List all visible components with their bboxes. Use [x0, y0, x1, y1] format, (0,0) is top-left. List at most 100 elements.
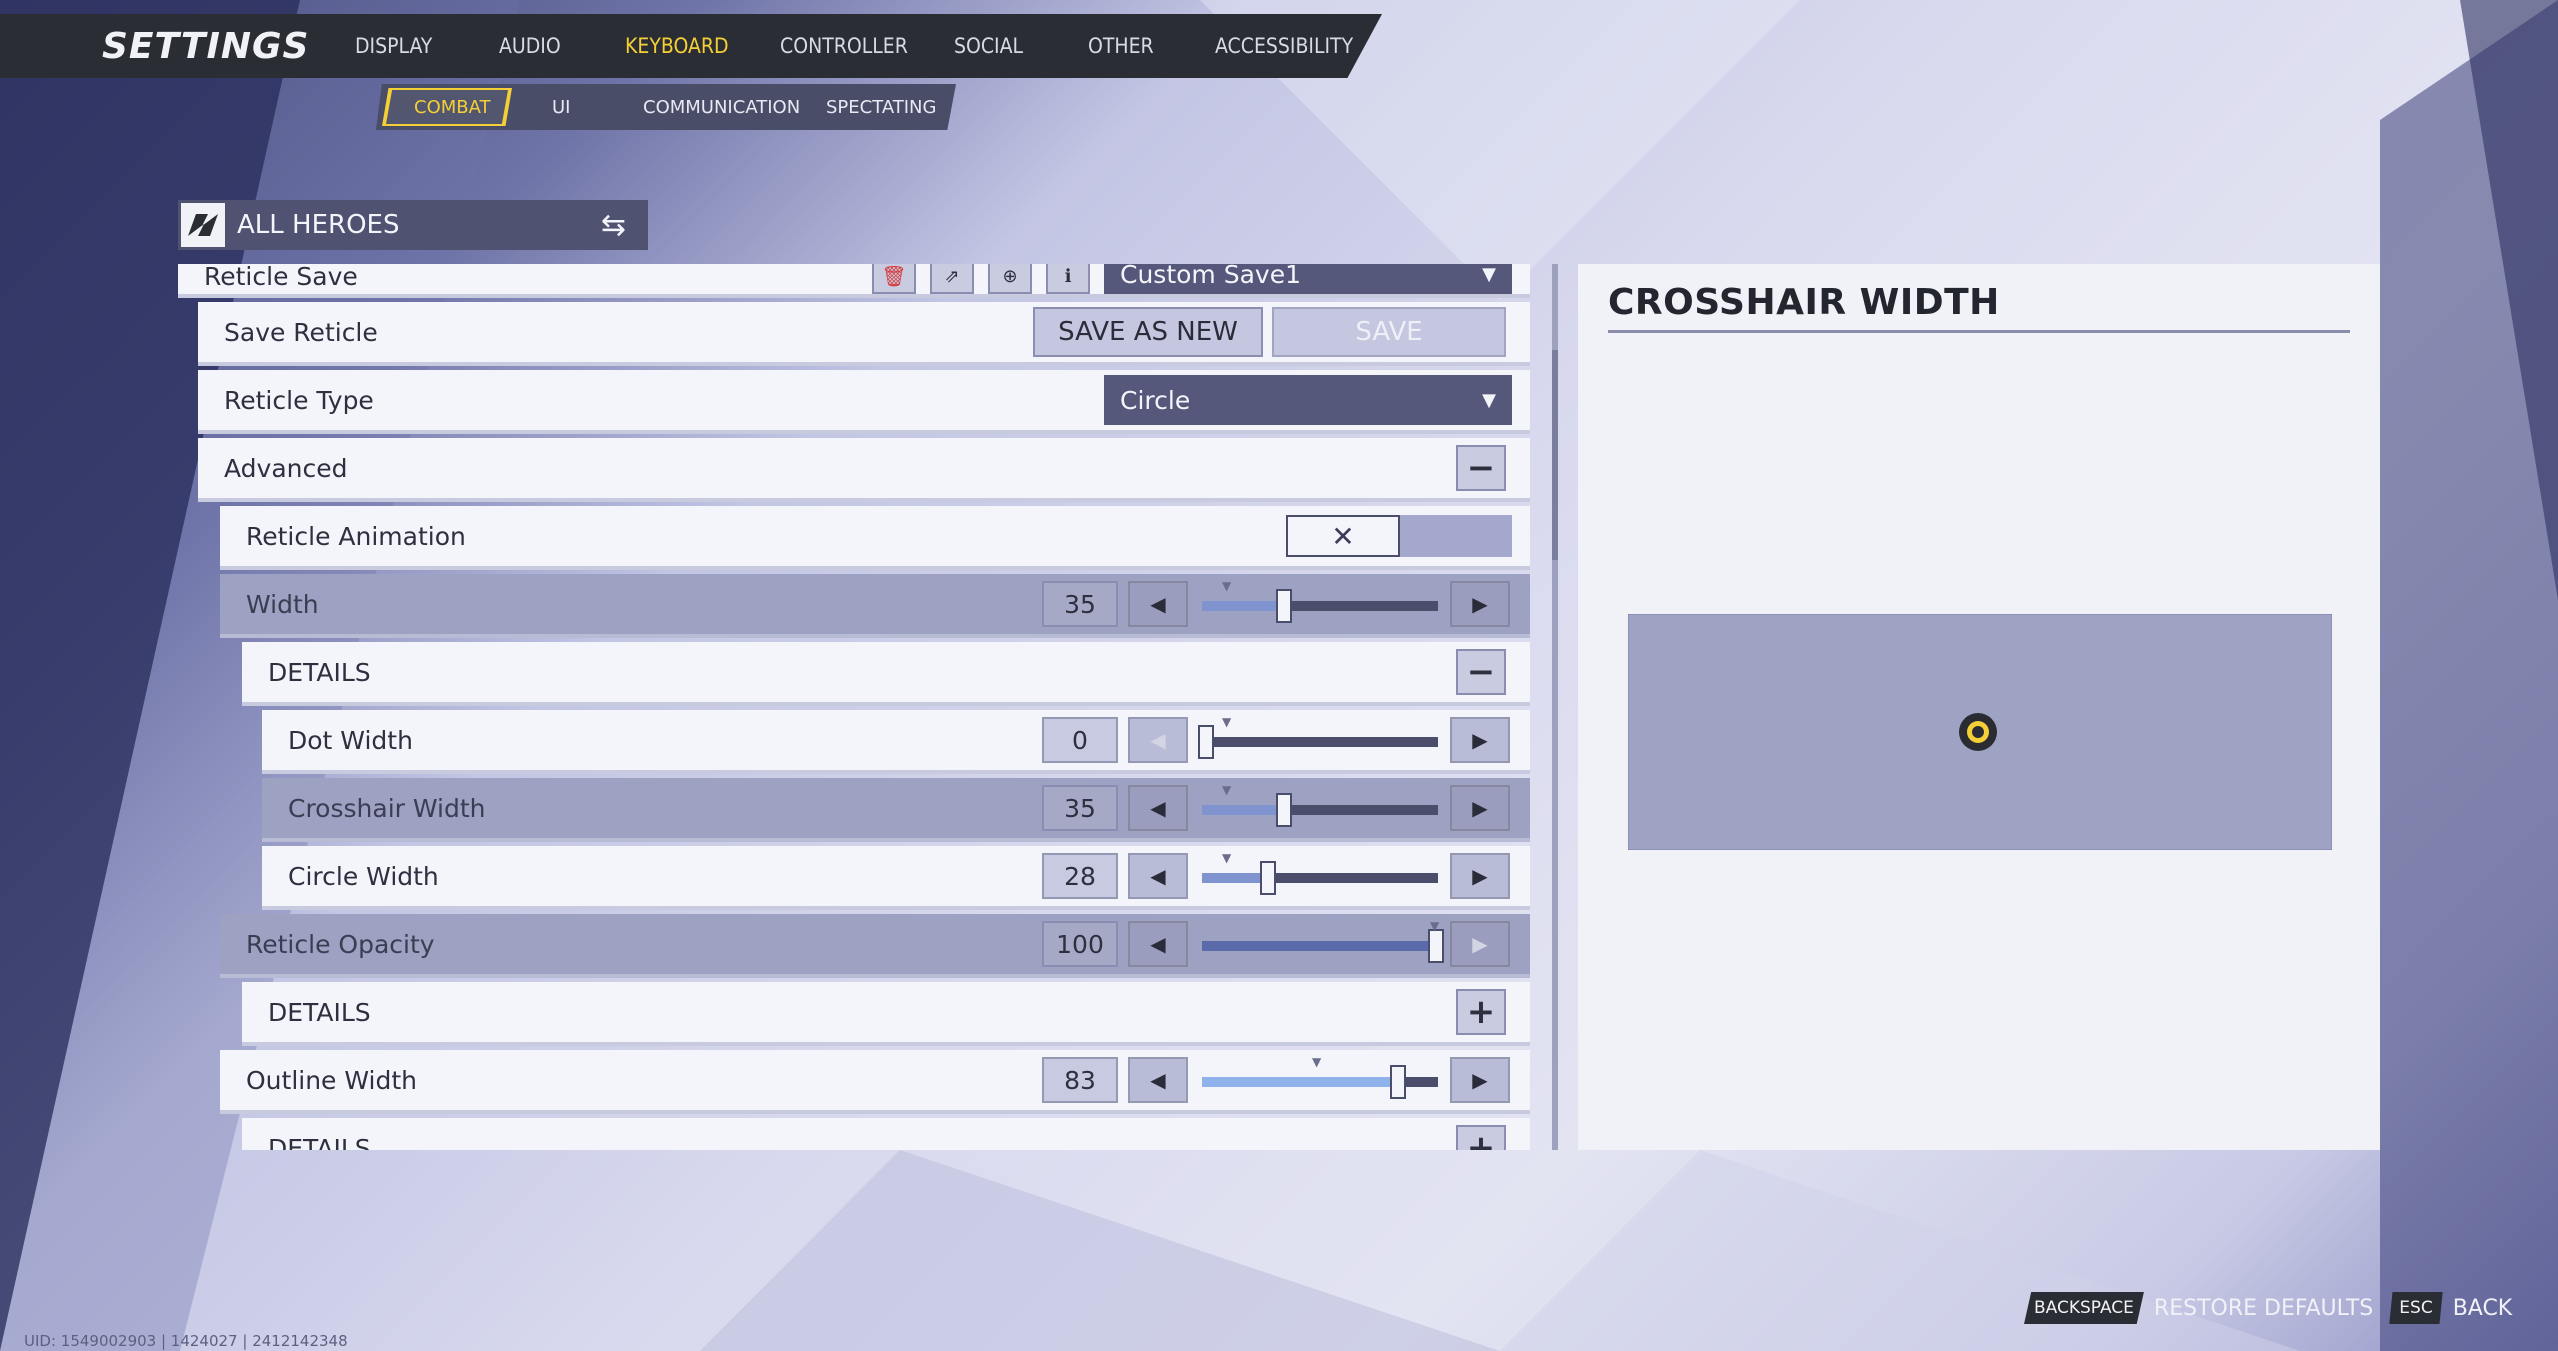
outline-details-label: DETAILS [268, 1133, 371, 1151]
reticle-save-dropdown[interactable]: Custom Save1 ▼ [1104, 264, 1512, 294]
plus-icon: + [1466, 1128, 1496, 1150]
reticle-preview-area [1628, 614, 2332, 850]
arrow-left-icon: ◀ [1150, 932, 1166, 956]
reticle-opacity-value[interactable]: 100 [1042, 921, 1118, 967]
outline-width-decrease-button[interactable]: ◀ [1128, 1057, 1188, 1103]
width-decrease-button[interactable]: ◀ [1128, 581, 1188, 627]
chevron-down-icon: ▼ [1482, 389, 1496, 411]
reticle-opacity-slider-fill [1202, 941, 1438, 951]
info-save-icon[interactable]: ℹ [1046, 264, 1090, 294]
width-slider[interactable]: ▼ [1202, 579, 1438, 623]
tab-other[interactable]: OTHER [1088, 34, 1154, 58]
subtab-ui[interactable]: UI [552, 97, 570, 118]
restore-defaults-button[interactable]: RESTORE DEFAULTS [2154, 1296, 2373, 1321]
reticle-save-label: Reticle Save [204, 264, 358, 291]
arrow-left-icon: ◀ [1150, 592, 1166, 616]
row-advanced: Advanced − [198, 438, 1530, 502]
subtab-spectating[interactable]: SPECTATING [826, 97, 936, 118]
uid-text: UID: 1549002903 | 1424027 | 2412142348 [24, 1332, 348, 1350]
expand-opacity-details-button[interactable]: + [1456, 989, 1506, 1035]
row-crosshair-width: Crosshair Width 35 ◀ ▼ ▶ [262, 778, 1530, 842]
subtab-communication[interactable]: COMMUNICATION [643, 97, 800, 118]
circle-width-value[interactable]: 28 [1042, 853, 1118, 899]
circle-width-decrease-button[interactable]: ◀ [1128, 853, 1188, 899]
width-label: Width [246, 589, 319, 619]
crosshair-width-decrease-button[interactable]: ◀ [1128, 785, 1188, 831]
row-width: Width 35 ◀ ▼ ▶ [220, 574, 1530, 638]
import-save-icon[interactable]: ⊕ [988, 264, 1032, 294]
width-slider-thumb[interactable] [1276, 589, 1292, 623]
tab-controller[interactable]: CONTROLLER [780, 34, 908, 58]
tab-keyboard[interactable]: KEYBOARD [625, 34, 729, 58]
circle-width-increase-button[interactable]: ▶ [1450, 853, 1510, 899]
crosshair-width-slider[interactable]: ▼ [1202, 783, 1438, 827]
crosshair-width-slider-thumb[interactable] [1276, 793, 1292, 827]
backspace-key: BACKSPACE [2024, 1292, 2144, 1324]
row-reticle-type: Reticle Type Circle ▼ [198, 370, 1530, 434]
save-button[interactable]: SAVE [1272, 307, 1506, 357]
default-marker-icon: ▼ [1222, 579, 1232, 593]
outline-width-increase-button[interactable]: ▶ [1450, 1057, 1510, 1103]
row-reticle-animation: Reticle Animation ✕ [220, 506, 1530, 570]
preview-divider [1608, 330, 2350, 333]
outline-width-slider-fill [1202, 1077, 1398, 1087]
collapse-width-details-button[interactable]: − [1456, 649, 1506, 695]
crosshair-width-increase-button[interactable]: ▶ [1450, 785, 1510, 831]
width-increase-button[interactable]: ▶ [1450, 581, 1510, 627]
tab-audio[interactable]: AUDIO [499, 34, 561, 58]
reticle-ring [1967, 721, 1989, 743]
reticle-animation-toggle[interactable]: ✕ [1286, 515, 1512, 557]
dot-width-slider-thumb[interactable] [1198, 725, 1214, 759]
circle-width-label: Circle Width [288, 861, 439, 891]
reticle-animation-label: Reticle Animation [246, 521, 466, 551]
row-dot-width: Dot Width 0 ◀ ▼ ▶ [262, 710, 1530, 774]
reticle-opacity-increase-button[interactable]: ▶ [1450, 921, 1510, 967]
expand-outline-details-button[interactable]: + [1456, 1125, 1506, 1150]
arrow-right-icon: ▶ [1472, 864, 1488, 888]
arrow-right-icon: ▶ [1472, 932, 1488, 956]
tab-social[interactable]: SOCIAL [954, 34, 1023, 58]
row-width-details: DETAILS − [242, 642, 1530, 706]
esc-key: ESC [2389, 1292, 2443, 1324]
dot-width-decrease-button[interactable]: ◀ [1128, 717, 1188, 763]
reticle-opacity-slider-thumb[interactable] [1428, 929, 1444, 963]
dot-width-increase-button[interactable]: ▶ [1450, 717, 1510, 763]
hero-selector[interactable]: ALL HEROES ⇆ [178, 200, 648, 250]
crosshair-width-slider-fill [1202, 805, 1285, 815]
back-button[interactable]: BACK [2453, 1296, 2513, 1321]
reticle-type-dropdown[interactable]: Circle ▼ [1104, 375, 1512, 425]
reticle-opacity-decrease-button[interactable]: ◀ [1128, 921, 1188, 967]
dot-width-slider[interactable]: ▼ [1198, 715, 1438, 759]
advanced-label: Advanced [224, 453, 348, 483]
reticle-opacity-slider[interactable]: ▼ [1202, 919, 1444, 963]
swap-icon[interactable]: ⇆ [601, 208, 626, 243]
outline-width-label: Outline Width [246, 1065, 418, 1095]
tab-accessibility[interactable]: ACCESSIBILITY [1215, 34, 1353, 58]
default-marker-icon: ▼ [1430, 919, 1440, 933]
settings-scrollbar-thumb[interactable] [1552, 350, 1558, 560]
reticle-save-value: Custom Save1 [1120, 264, 1301, 289]
width-slider-fill [1202, 601, 1285, 611]
outline-width-value[interactable]: 83 [1042, 1057, 1118, 1103]
dot-width-value[interactable]: 0 [1042, 717, 1118, 763]
tab-display[interactable]: DISPLAY [355, 34, 432, 58]
export-save-icon[interactable]: ⇗ [930, 264, 974, 294]
outline-width-slider-thumb[interactable] [1390, 1065, 1406, 1099]
circle-width-slider-thumb[interactable] [1260, 861, 1276, 895]
arrow-right-icon: ▶ [1472, 728, 1488, 752]
default-marker-icon: ▼ [1222, 851, 1232, 865]
delete-save-icon[interactable]: 🗑 [872, 264, 916, 294]
circle-width-slider[interactable]: ▼ [1202, 851, 1438, 895]
crosshair-width-value[interactable]: 35 [1042, 785, 1118, 831]
reticle-opacity-label: Reticle Opacity [246, 929, 435, 959]
width-value[interactable]: 35 [1042, 581, 1118, 627]
opacity-details-label: DETAILS [268, 997, 371, 1027]
save-as-new-button[interactable]: SAVE AS NEW [1033, 307, 1263, 357]
arrow-left-icon: ◀ [1150, 728, 1166, 752]
reticle-center [1972, 726, 1984, 738]
row-circle-width: Circle Width 28 ◀ ▼ ▶ [262, 846, 1530, 910]
collapse-advanced-button[interactable]: − [1456, 445, 1506, 491]
arrow-left-icon: ◀ [1150, 1068, 1166, 1092]
subtab-combat[interactable]: COMBAT [414, 97, 491, 118]
outline-width-slider[interactable]: ▼ [1202, 1055, 1438, 1099]
